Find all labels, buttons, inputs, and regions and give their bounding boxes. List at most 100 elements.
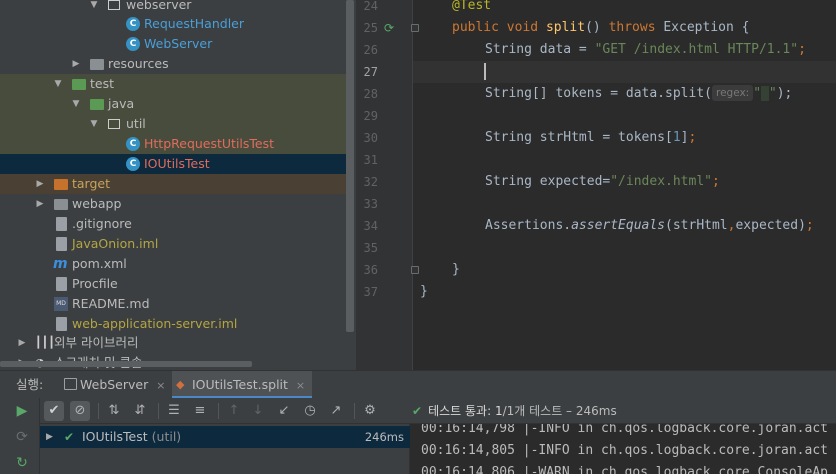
stop-icon[interactable]: ⊘ (70, 401, 90, 421)
toolbar-separator (98, 403, 99, 419)
code-editor[interactable]: 24 25 26 27 28 29 30 31 32 33 34 35 36 3… (356, 0, 836, 370)
tree-item-pom-xml[interactable]: m pom.xml (0, 254, 346, 274)
maven-icon: m (53, 256, 68, 272)
chevron-right-icon[interactable]: ▶ (34, 194, 46, 214)
tree-item-web-application-server-iml[interactable]: web-application-server.iml (0, 314, 346, 334)
tree-item-requesthandler[interactable]: C RequestHandler (0, 14, 346, 34)
tree-item-util[interactable]: ▼ util (0, 114, 346, 134)
chevron-down-icon[interactable]: ▼ (70, 94, 82, 114)
tree-item-readme[interactable]: MD README.md (0, 294, 346, 314)
tree-item-ioutilstest[interactable]: C IOUtilsTest (0, 154, 346, 174)
file-icon (56, 217, 67, 231)
folder-icon (90, 59, 104, 70)
line-number: 33 (363, 197, 378, 211)
close-icon[interactable]: × (156, 379, 165, 392)
test-duration: 246ms (364, 430, 404, 444)
gutter-separator (412, 0, 413, 370)
project-tree: ▼ webserver C RequestHandler C WebServer… (0, 0, 356, 370)
line-number: 30 (363, 131, 378, 145)
import-tests-icon[interactable]: ↙ (274, 401, 294, 421)
folder-icon (90, 99, 104, 110)
play-icon[interactable]: ▶ (14, 403, 30, 419)
chevron-right-icon[interactable]: ▶ (34, 174, 46, 194)
arrow-up-icon[interactable]: ↑ (224, 401, 244, 421)
tree-item-webserver-class[interactable]: C WebServer (0, 34, 346, 54)
tree-horizontal-scrollbar[interactable] (0, 361, 252, 367)
code-line-30: String strHtml = tokens[1]; (485, 130, 697, 145)
tab-webserver[interactable]: WebServer × (60, 371, 166, 399)
file-icon (56, 237, 67, 251)
console-icon (64, 378, 77, 390)
editor-gutter: 24 25 26 27 28 29 30 31 32 33 34 35 36 3… (356, 0, 412, 370)
tree-item-external-libraries[interactable]: ▶ ┃┃┃ 외부 라이브러리 (0, 333, 346, 353)
code-line-25: public void split() throws Exception { (452, 20, 750, 35)
toolbar-separator (354, 403, 355, 419)
run-test-gutter-icon[interactable]: ⟳ (384, 21, 398, 35)
gear-icon[interactable]: ⚙ (360, 401, 380, 421)
fold-icon[interactable] (411, 24, 419, 32)
toggle-autotest-icon[interactable]: ↻ (14, 455, 30, 471)
arrow-down-icon[interactable]: ↓ (248, 401, 268, 421)
line-number: 35 (363, 241, 378, 255)
run-tab-bar: 실행: WebServer × ◆ IOUtilsTest.split × (0, 370, 836, 399)
code-line-34: Assertions.assertEquals(strHtml,expected… (485, 218, 814, 233)
chevron-right-icon[interactable]: ▶ (46, 426, 53, 448)
export-icon[interactable]: ↗ (326, 401, 346, 421)
test-run-icon: ◆ (176, 378, 185, 391)
rerun-failed-icon[interactable]: ⟳ (14, 429, 30, 445)
collapse-all-icon[interactable]: ≡ (190, 401, 210, 421)
line-number: 27 (363, 65, 378, 79)
sort-duration-icon[interactable]: ⇵ (130, 401, 150, 421)
run-label: 실행: (16, 377, 44, 392)
line-number: 25 (363, 21, 378, 35)
tree-item-test[interactable]: ▼ test (0, 74, 346, 94)
chevron-down-icon[interactable]: ▼ (52, 74, 64, 94)
current-line-highlight (413, 61, 836, 83)
chevron-right-icon[interactable]: ▶ (70, 54, 82, 74)
check-icon: ✔ (64, 430, 75, 444)
test-class-icon: C (126, 137, 140, 151)
expand-all-icon[interactable]: ☰ (164, 401, 184, 421)
library-icon: ┃┃┃ (35, 336, 55, 349)
folder-icon (54, 179, 68, 190)
test-status-message: ✔ 테스트 통과: 1/1개 테스트 – 246ms (412, 404, 617, 418)
package-icon (108, 119, 120, 129)
tree-item-resources[interactable]: ▶ resources (0, 54, 346, 74)
chevron-down-icon[interactable]: ▼ (88, 0, 100, 15)
chevron-right-icon[interactable]: ▶ (16, 333, 28, 353)
line-number: 26 (363, 43, 378, 57)
close-icon[interactable]: × (296, 379, 305, 392)
test-result-row[interactable]: ▶ ✔ IOUtilsTest (util) 246ms (40, 426, 410, 448)
line-number: 28 (363, 87, 378, 101)
code-line-36: } (452, 262, 460, 277)
tree-item-procfile[interactable]: Procfile (0, 274, 346, 294)
tab-ioutilstest-split[interactable]: ◆ IOUtilsTest.split × (172, 371, 312, 399)
tree-item-javaonion-iml[interactable]: JavaOnion.iml (0, 234, 346, 254)
toolbar-separator (158, 403, 159, 419)
parameter-hint: regex: (711, 85, 754, 101)
text-caret (484, 63, 486, 80)
chevron-down-icon[interactable]: ▼ (88, 114, 100, 134)
tree-item-httprequestutilstest[interactable]: C HttpRequestUtilsTest (0, 134, 346, 154)
fold-icon[interactable] (411, 266, 419, 274)
code-line-24: @Test (452, 0, 492, 13)
check-icon[interactable]: ✔ (44, 401, 64, 421)
tree-vertical-scrollbar[interactable] (346, 0, 354, 332)
history-icon[interactable]: ◷ (300, 401, 320, 421)
tree-item-gitignore[interactable]: .gitignore (0, 214, 346, 234)
line-number: 31 (363, 153, 378, 167)
tree-item-webapp[interactable]: ▶ webapp (0, 194, 346, 214)
code-line-26: String data = "GET /index.html HTTP/1.1"… (485, 42, 806, 57)
tree-item-java[interactable]: ▼ java (0, 94, 346, 114)
line-number: 37 (363, 285, 378, 299)
folder-icon (54, 199, 68, 210)
console-output[interactable]: 00:16:14,798 |-INFO in ch.qos.logback.co… (411, 424, 836, 474)
class-icon: C (126, 37, 140, 51)
toolbar-separator (218, 403, 219, 419)
tree-item-webserver[interactable]: ▼ webserver (0, 0, 346, 15)
sort-alpha-icon[interactable]: ⇅ (104, 401, 124, 421)
folder-icon (72, 79, 86, 90)
run-side-toolbar: ▶ ⟳ ↻ (0, 398, 40, 474)
line-number: 36 (363, 263, 378, 277)
tree-item-target[interactable]: ▶ target (0, 174, 346, 194)
